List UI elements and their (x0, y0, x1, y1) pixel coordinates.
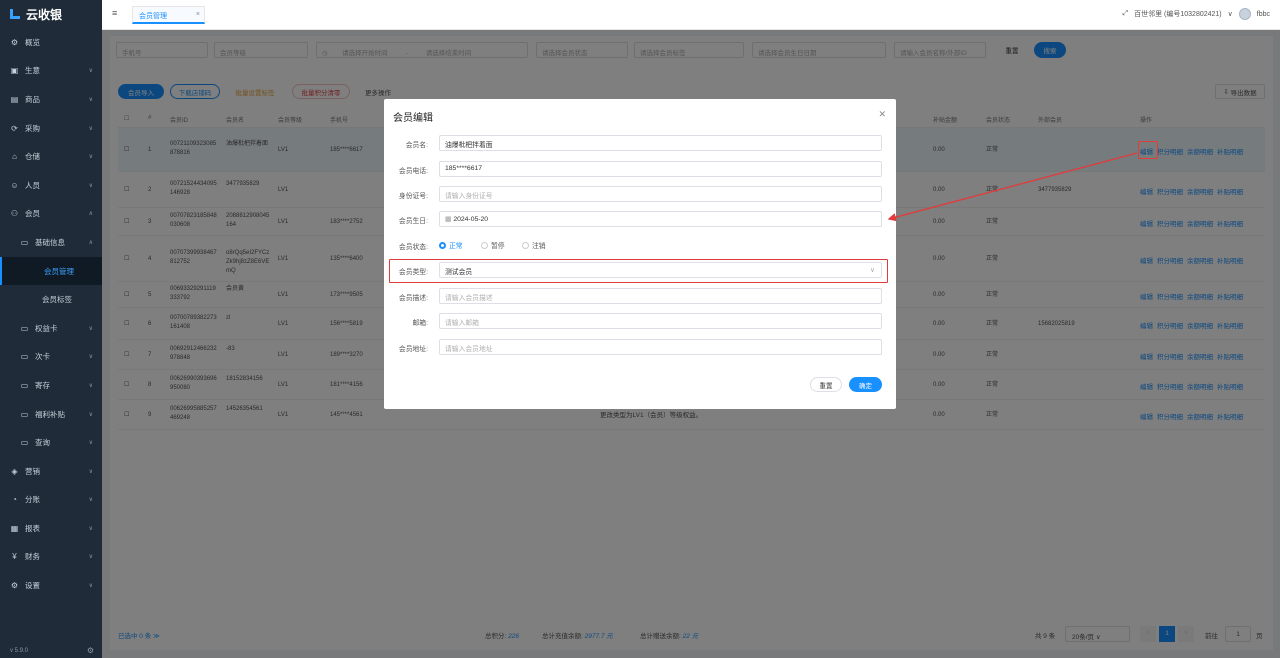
annotation-arrow (887, 152, 1138, 222)
